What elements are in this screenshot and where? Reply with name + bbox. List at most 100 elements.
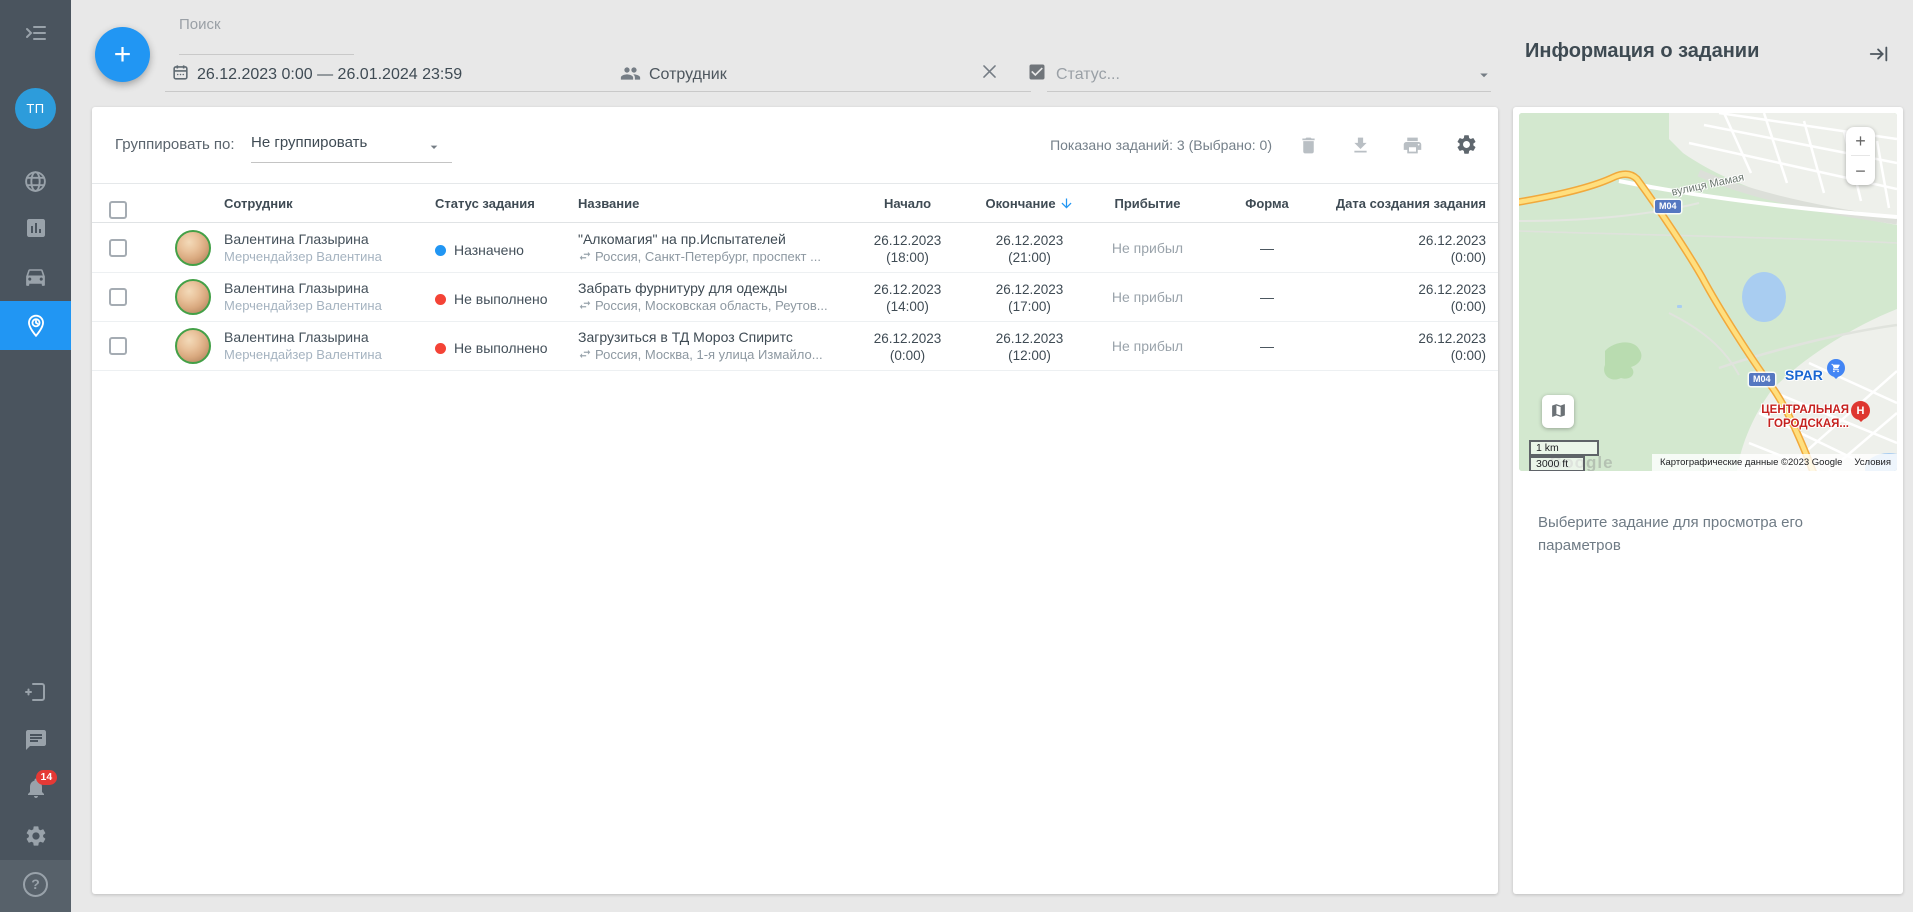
delete-button[interactable]: [1296, 135, 1320, 159]
print-button[interactable]: [1400, 135, 1424, 159]
search-underline: [179, 54, 354, 55]
hospital-pin-icon[interactable]: H: [1851, 401, 1870, 420]
add-task-fab[interactable]: +: [95, 27, 150, 82]
status-dot: [435, 245, 446, 256]
status-dot: [435, 294, 446, 305]
poi-hospital-label[interactable]: ЦЕНТРАЛЬНАЯГОРОДСКАЯ...: [1715, 403, 1849, 431]
arrival-status: Не прибыл: [1090, 273, 1205, 322]
zoom-in-button[interactable]: +: [1846, 127, 1875, 155]
help-icon: ?: [23, 872, 48, 897]
task-title: Загрузиться в ТД Мороз Спиритс: [578, 322, 890, 345]
notification-badge: 14: [36, 770, 58, 785]
sidebar: ТП 14 ?: [0, 0, 71, 912]
sidebar-item-vehicles[interactable]: [0, 254, 71, 298]
sidebar-item-tasks-active[interactable]: [0, 301, 71, 350]
gear-icon: [1455, 133, 1478, 156]
table-toolbar: Группировать по: Не группировать Показан…: [92, 107, 1498, 183]
end-datetime: 26.12.2023(12:00): [972, 322, 1087, 364]
header-employee[interactable]: Сотрудник: [224, 184, 432, 224]
select-all-checkbox[interactable]: [109, 201, 127, 219]
start-datetime: 26.12.2023(14:00): [850, 273, 965, 315]
printer-icon: [1402, 135, 1423, 156]
row-checkbox[interactable]: [109, 337, 127, 355]
map-attribution: Картографические данные ©2023 GoogleУсло…: [1652, 454, 1897, 471]
status-label: Не выполнено: [454, 291, 548, 307]
empty-selection-message: Выберите задание для просмотра его парам…: [1538, 511, 1870, 557]
info-panel-title: Информация о задании: [1525, 40, 1759, 63]
header-arrival[interactable]: Прибытие: [1090, 184, 1205, 224]
route-icon: [578, 249, 592, 266]
user-avatar[interactable]: ТП: [15, 88, 56, 129]
car-icon: [23, 264, 48, 289]
search-input[interactable]: Поиск: [179, 16, 221, 33]
road-shield: M04: [1749, 373, 1775, 386]
task-address: Россия, Москва, 1-я улица Измайло...: [595, 347, 823, 362]
form-value: —: [1218, 224, 1316, 273]
table-row[interactable]: Валентина ГлазыринаМерчендайзер Валентин…: [92, 322, 1498, 371]
end-datetime: 26.12.2023(17:00): [972, 273, 1087, 315]
status-dot: [435, 343, 446, 354]
download-button[interactable]: [1348, 135, 1372, 159]
app-root: ТП 14 ?: [0, 0, 1913, 912]
zoom-out-button[interactable]: −: [1846, 156, 1875, 185]
cart-icon: [1831, 363, 1841, 373]
employee-filter-input[interactable]: Сотрудник: [649, 66, 727, 84]
download-icon: [1350, 135, 1371, 156]
start-datetime: 26.12.2023(0:00): [850, 322, 965, 364]
store-pin-icon[interactable]: [1827, 359, 1845, 377]
tasks-counter: Показано заданий: 3 (Выбрано: 0): [1050, 137, 1272, 153]
pin-clock-icon: [23, 313, 49, 339]
task-address: Россия, Московская область, Реутов...: [595, 298, 828, 313]
status-label: Назначено: [454, 242, 524, 258]
chat-icon: [24, 728, 48, 752]
chevron-down-icon: [426, 139, 442, 160]
end-datetime: 26.12.2023(21:00): [972, 224, 1087, 266]
menu-toggle-button[interactable]: [0, 11, 71, 55]
employee-role: Мерчендайзер Валентина: [224, 345, 432, 362]
form-value: —: [1218, 322, 1316, 371]
sidebar-item-statistics[interactable]: [0, 206, 71, 250]
status-filter-select[interactable]: Статус...: [1056, 66, 1120, 84]
employee-name: Валентина Глазырина: [224, 273, 432, 296]
people-icon: [620, 63, 641, 89]
bar-chart-icon: [24, 216, 48, 240]
header-status[interactable]: Статус задания: [435, 184, 573, 224]
calendar-icon: [171, 63, 190, 87]
sidebar-item-settings[interactable]: [0, 814, 71, 858]
header-created[interactable]: Дата создания задания: [1324, 184, 1486, 224]
poi-store-label[interactable]: SPAR: [1785, 367, 1823, 383]
sidebar-item-map[interactable]: [0, 159, 71, 203]
form-value: —: [1218, 273, 1316, 322]
clear-employee-button[interactable]: [980, 62, 999, 84]
checkbox-checked-icon: [1027, 62, 1047, 87]
employee-role: Мерчендайзер Валентина: [224, 296, 432, 313]
row-checkbox[interactable]: [109, 239, 127, 257]
created-datetime: 26.12.2023(0:00): [1324, 224, 1486, 266]
sidebar-item-chat[interactable]: [0, 718, 71, 762]
arrival-status: Не прибыл: [1090, 322, 1205, 371]
table-settings-button[interactable]: [1454, 133, 1478, 157]
sidebar-item-notifications[interactable]: 14: [0, 766, 71, 810]
collapse-panel-button[interactable]: [1866, 42, 1892, 68]
group-by-select[interactable]: Не группировать: [251, 131, 452, 163]
map-type-button[interactable]: [1542, 395, 1574, 428]
date-range-input[interactable]: 26.12.2023 0:00 — 26.01.2024 23:59: [197, 66, 462, 84]
table-row[interactable]: Валентина ГлазыринаМерчендайзер Валентин…: [92, 224, 1498, 273]
sidebar-item-help[interactable]: ?: [0, 862, 71, 906]
tasks-panel: Группировать по: Не группировать Показан…: [92, 107, 1498, 894]
header-form[interactable]: Форма: [1218, 184, 1316, 224]
map-icon: [1550, 402, 1567, 419]
header-title[interactable]: Название: [578, 184, 890, 224]
gear-icon: [24, 824, 48, 848]
task-map[interactable]: вулиця Мамая M04 M04 SPAR ЦЕНТРАЛЬНАЯГОР…: [1519, 113, 1897, 471]
sort-desc-icon: [1059, 199, 1074, 214]
table-row[interactable]: Валентина ГлазыринаМерчендайзер Валентин…: [92, 273, 1498, 322]
terms-link[interactable]: Условия: [1854, 457, 1891, 468]
sidebar-item-add-device[interactable]: [0, 670, 71, 714]
header-start[interactable]: Начало: [850, 184, 965, 224]
employee-name: Валентина Глазырина: [224, 322, 432, 345]
header-end[interactable]: Окончание: [972, 184, 1087, 227]
row-checkbox[interactable]: [109, 288, 127, 306]
chevron-down-icon[interactable]: [1475, 66, 1493, 89]
route-icon: [578, 347, 592, 364]
